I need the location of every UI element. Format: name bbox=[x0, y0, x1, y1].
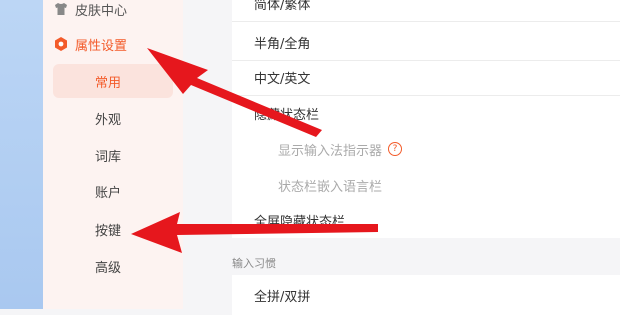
annotation-arrows bbox=[131, 48, 378, 253]
red-arrow-to-keys bbox=[131, 212, 378, 253]
red-arrow-to-property-settings bbox=[147, 48, 322, 137]
